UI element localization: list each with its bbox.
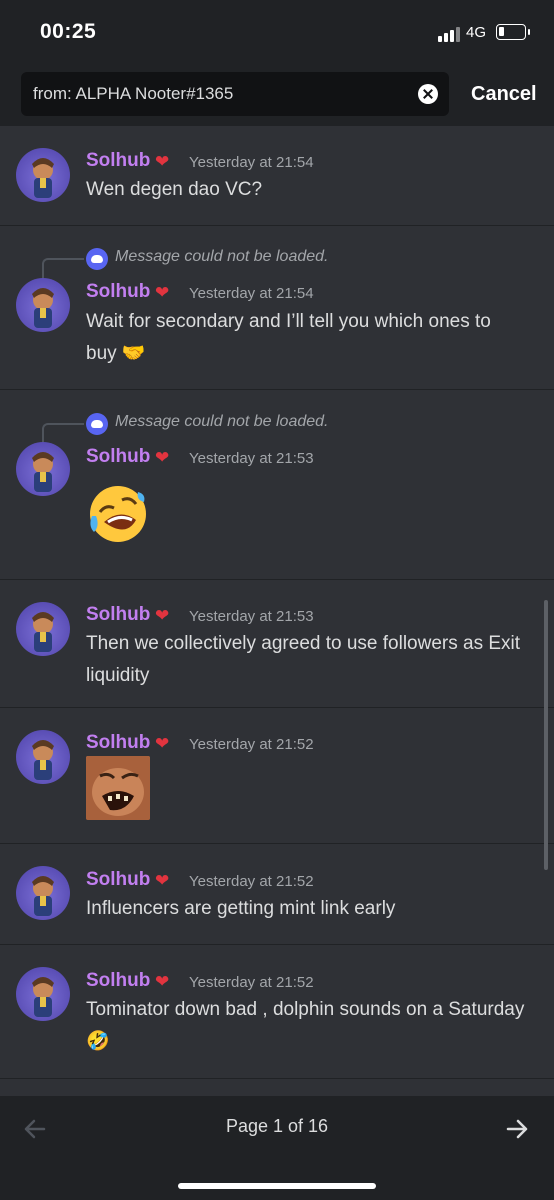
rolling-laughing-emoji-icon: [90, 486, 146, 542]
signal-icon: [438, 26, 460, 42]
network-type: 4G: [466, 24, 487, 41]
reply-connector: [42, 258, 84, 280]
author-name[interactable]: Solhub: [86, 150, 150, 172]
avatar[interactable]: [16, 278, 70, 332]
message-item[interactable]: Solhub ❤ Yesterday at 21:53 Then we coll…: [0, 580, 554, 708]
avatar[interactable]: [16, 967, 70, 1021]
message-text: Tominator down bad , dolphin sounds on a…: [86, 999, 525, 1052]
heart-icon: ❤: [155, 606, 170, 625]
message-item[interactable]: Solhub ❤ Yesterday at 21:52 Influencers …: [0, 844, 554, 945]
author-name[interactable]: Solhub: [86, 604, 150, 626]
laughing-man-sticker[interactable]: [86, 756, 150, 820]
pagination-bar: Page 1 of 16: [0, 1096, 554, 1200]
status-time: 00:25: [40, 20, 97, 43]
message-item[interactable]: Message could not be loaded. Solhub ❤ Ye…: [0, 390, 554, 580]
message-item[interactable]: Solhub ❤ Yesterday at 21:54 Wen degen da…: [0, 126, 554, 226]
scrollbar[interactable]: [544, 600, 548, 870]
heart-icon: ❤: [155, 283, 170, 302]
avatar[interactable]: [16, 866, 70, 920]
avatar[interactable]: [16, 602, 70, 656]
message-text: Influencers are getting mint link early: [86, 898, 396, 919]
cancel-button[interactable]: Cancel: [471, 83, 537, 106]
author-name[interactable]: Solhub: [86, 869, 150, 891]
message-timestamp: Yesterday at 21:54: [189, 154, 314, 171]
message-text: Wen degen dao VC?: [86, 179, 263, 200]
reply-reference[interactable]: Message could not be loaded.: [40, 413, 340, 445]
search-query[interactable]: from: ALPHA Nooter#1365: [33, 84, 233, 104]
message-item[interactable]: Solhub ❤ Yesterday at 21:52 Tominator do…: [0, 945, 554, 1079]
message-timestamp: Yesterday at 21:52: [189, 974, 314, 991]
author-name[interactable]: Solhub: [86, 732, 150, 754]
author-name[interactable]: Solhub: [86, 446, 150, 468]
page-indicator: Page 1 of 16: [225, 1116, 329, 1136]
avatar[interactable]: [16, 730, 70, 784]
author-name[interactable]: Solhub: [86, 281, 150, 303]
next-page-icon[interactable]: [504, 1116, 530, 1142]
message-timestamp: Yesterday at 21:53: [189, 608, 314, 625]
message-text: Then we collectively agreed to use follo…: [86, 633, 521, 686]
search-results[interactable]: Solhub ❤ Yesterday at 21:54 Wen degen da…: [0, 126, 554, 1096]
reply-text: Message could not be loaded.: [115, 248, 329, 265]
author-name[interactable]: Solhub: [86, 970, 150, 992]
clear-search-icon[interactable]: [418, 84, 438, 104]
message-timestamp: Yesterday at 21:52: [189, 873, 314, 890]
heart-icon: ❤: [155, 152, 170, 171]
message-item[interactable]: Message could not be loaded. Solhub ❤ Ye…: [0, 226, 554, 390]
message-timestamp: Yesterday at 21:54: [189, 285, 314, 302]
heart-icon: ❤: [155, 448, 170, 467]
heart-icon: ❤: [155, 871, 170, 890]
reply-reference[interactable]: Message could not be loaded.: [40, 248, 340, 280]
heart-icon: ❤: [155, 972, 170, 991]
heart-icon: ❤: [155, 734, 170, 753]
avatar[interactable]: [16, 442, 70, 496]
home-indicator[interactable]: [178, 1183, 376, 1189]
reply-text: Message could not be loaded.: [115, 413, 329, 430]
battery-icon: [496, 24, 530, 40]
message-text: Wait for secondary and I’ll tell you whi…: [86, 311, 491, 364]
top-bar: 00:25 4G from: ALPHA Nooter#1365 Cancel: [0, 0, 554, 126]
status-bar: 00:25 4G: [0, 0, 554, 64]
discord-icon: [86, 413, 108, 435]
avatar[interactable]: [16, 148, 70, 202]
message-item[interactable]: Solhub ❤ Yesterday at 21:52: [0, 708, 554, 844]
message-timestamp: Yesterday at 21:52: [189, 736, 314, 753]
message-timestamp: Yesterday at 21:53: [189, 450, 314, 467]
search-input[interactable]: from: ALPHA Nooter#1365: [21, 72, 449, 116]
discord-icon: [86, 248, 108, 270]
